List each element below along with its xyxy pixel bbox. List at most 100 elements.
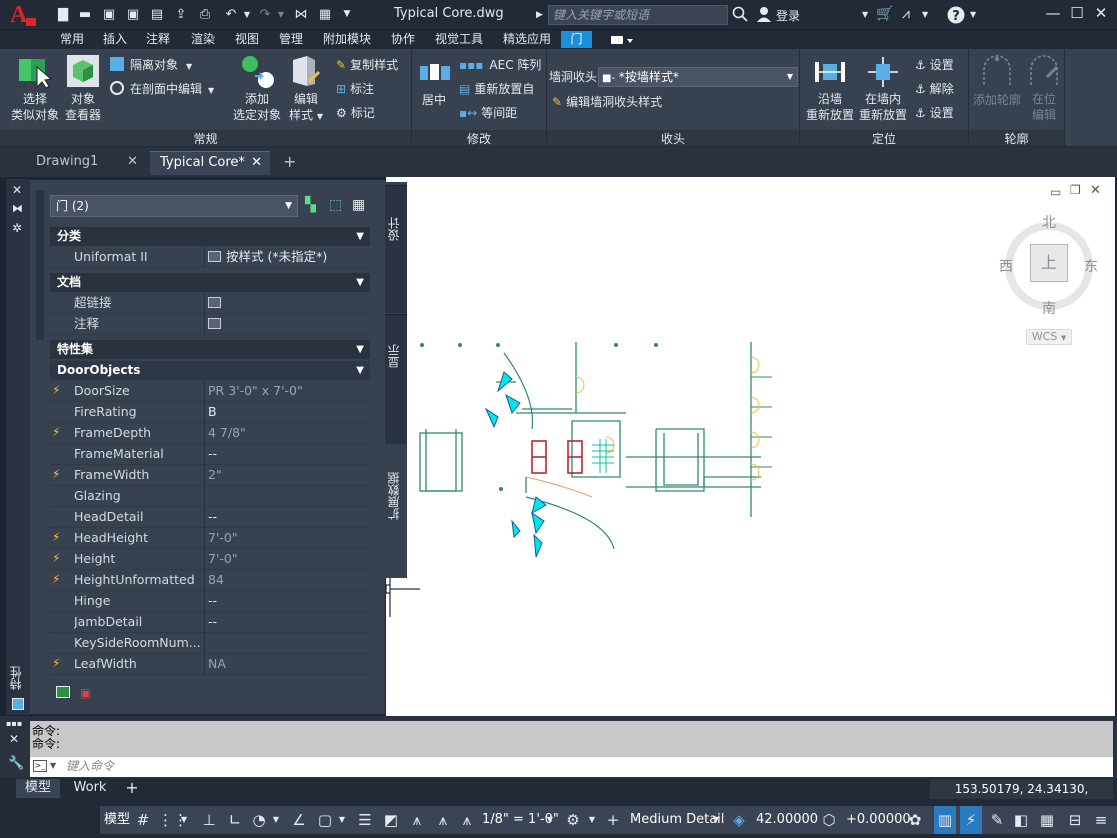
wcs-dropdown[interactable]: WCS ▼: [1026, 329, 1072, 345]
surface-hatch-icon[interactable]: ⬡: [818, 806, 840, 834]
property-row[interactable]: ⚡ HeadHeight 7'-0": [50, 528, 370, 549]
infer-constraints-icon[interactable]: ⊥: [198, 806, 220, 834]
lock-ui-icon[interactable]: ✎: [986, 806, 1008, 834]
category-property-sets[interactable]: 特性集 ▼: [50, 340, 370, 359]
undo-dropdown-icon[interactable]: ▼: [238, 6, 256, 23]
tab-home[interactable]: 常用: [60, 31, 84, 48]
equal-spacing-button[interactable]: ▪↔ 等间距: [459, 105, 517, 121]
property-value[interactable]: 84: [208, 570, 224, 590]
snap-icon[interactable]: ⋮⋮: [158, 806, 188, 834]
isolate-status-icon[interactable]: ✿: [904, 806, 926, 834]
tab-collaborate[interactable]: 协作: [391, 31, 415, 48]
login-button[interactable]: 登录: [776, 7, 800, 24]
property-row[interactable]: ⚡ Height 7'-0": [50, 549, 370, 570]
isodraft-icon[interactable]: ∠: [288, 806, 310, 834]
general-group-title[interactable]: 常规: [0, 130, 411, 146]
ortho-icon[interactable]: ∟: [224, 806, 246, 834]
profile-group-title[interactable]: 轮廓: [969, 130, 1064, 146]
property-row[interactable]: ⚡ FrameDepth 4 7/8": [50, 423, 370, 444]
annotation-visibility-icon[interactable]: ⩚: [406, 806, 428, 834]
collapse-icon[interactable]: ▼: [356, 340, 364, 359]
viewport-close-icon[interactable]: ✕: [1090, 183, 1101, 198]
hardware-accel-icon[interactable]: ▥: [934, 806, 956, 834]
tab-door[interactable]: 门: [561, 31, 592, 48]
new-icon[interactable]: ▇: [54, 6, 72, 23]
osnap-icon[interactable]: ▢: [314, 806, 336, 834]
app-dropdown-icon[interactable]: ▼: [922, 10, 928, 19]
command-prompt-icon[interactable]: >_: [33, 760, 47, 772]
polar-dropdown-icon[interactable]: ▼: [270, 806, 282, 834]
property-value[interactable]: 7'-0": [208, 549, 238, 569]
open-worksheet-icon[interactable]: [208, 297, 221, 308]
viewport-restore-icon[interactable]: ❐: [1070, 183, 1081, 197]
redo-dropdown-icon[interactable]: ▼: [272, 6, 290, 23]
selection-dropdown[interactable]: 门 (2) ▼: [50, 195, 298, 217]
property-row[interactable]: Uniformat II 按样式 (*未指定*): [50, 247, 370, 268]
viewcube-top-face[interactable]: 上: [1030, 244, 1068, 282]
dimension-button[interactable]: ⊞ 标注: [336, 81, 374, 97]
help-icon[interactable]: ?: [947, 6, 965, 24]
anchor-settings2-button[interactable]: ⚓ 设置: [915, 105, 954, 121]
category-documents[interactable]: 文档 ▼: [50, 273, 370, 292]
property-row[interactable]: ⚡ LeafWidth NA: [50, 654, 370, 675]
property-value[interactable]: 4 7/8": [208, 423, 246, 443]
modify-group-title[interactable]: 修改: [412, 130, 546, 146]
fullscreen-icon[interactable]: ⊟: [1064, 806, 1086, 834]
osnap-dropdown-icon[interactable]: ▼: [336, 806, 348, 834]
palette-tab-extended-data[interactable]: 扩展数据: [385, 445, 407, 577]
clean-screen-icon[interactable]: ▦: [1036, 806, 1058, 834]
palette-title-strip[interactable]: [6, 179, 30, 715]
polar-icon[interactable]: ◔: [248, 806, 270, 834]
property-row[interactable]: Hinge --: [50, 591, 370, 612]
select-objects-icon[interactable]: ⬚: [329, 197, 345, 213]
property-row[interactable]: 注释: [50, 314, 370, 335]
command-input[interactable]: 键入命令: [30, 757, 1113, 777]
layout-tab-model[interactable]: 模型: [16, 779, 60, 798]
offset-value[interactable]: +0.00000: [846, 806, 911, 834]
tab-render[interactable]: 渲染: [191, 31, 215, 48]
property-value[interactable]: PR 3'-0" x 7'-0": [208, 381, 303, 401]
share-icon[interactable]: ⋈: [292, 6, 310, 23]
cart-icon[interactable]: 🛒: [876, 6, 893, 22]
palette-tab-display[interactable]: 显示: [385, 314, 407, 444]
tab-visual-tools[interactable]: 视觉工具: [435, 31, 483, 48]
property-row[interactable]: Glazing: [50, 486, 370, 507]
open-worksheet-icon[interactable]: [208, 318, 221, 329]
viewport-minimize-icon[interactable]: ▭: [1050, 185, 1061, 199]
snap-dropdown-icon[interactable]: ▼: [178, 806, 190, 834]
palette-settings-icon[interactable]: ✲: [12, 221, 22, 235]
edit-style-button[interactable]: 编辑 样式 ▼: [286, 91, 326, 125]
command-grip-icon[interactable]: ▪▪▪: [6, 719, 22, 728]
object-viewer-button[interactable]: 对象 查看器: [62, 91, 104, 123]
property-row[interactable]: FrameMaterial --: [50, 444, 370, 465]
detail-dropdown-icon[interactable]: ▼: [710, 806, 722, 834]
close-icon[interactable]: ✕: [251, 152, 262, 174]
customize-status-icon[interactable]: ≡: [1090, 806, 1112, 834]
isolate-objects-button[interactable]: 隔离对象 ▼: [110, 57, 192, 75]
property-value[interactable]: --: [208, 591, 217, 611]
property-row[interactable]: 超链接: [50, 293, 370, 314]
reposition-along-wall-button[interactable]: 沿墙 重新放置: [802, 91, 858, 123]
maximize-icon[interactable]: ☐: [1066, 4, 1088, 26]
new-tab-icon[interactable]: +: [283, 152, 296, 171]
qa-customize-icon[interactable]: ▼: [338, 6, 356, 23]
copy-style-button[interactable]: ✎ 复制样式: [336, 57, 398, 73]
viewcube-south[interactable]: 南: [1042, 298, 1056, 318]
save-icon[interactable]: ▣: [100, 6, 118, 23]
property-value[interactable]: --: [208, 612, 217, 632]
command-prompt-dropdown-icon[interactable]: ▼: [50, 761, 56, 770]
annotation-scale-icon[interactable]: ⩚: [456, 806, 478, 834]
select-similar-button[interactable]: 选择 类似对象: [8, 91, 62, 123]
tab-addins[interactable]: 附加模块: [323, 31, 371, 48]
endcap-style-select[interactable]: ■- *按墙样式* ▼: [598, 67, 798, 87]
quick-select-icon[interactable]: ▚: [305, 197, 321, 213]
reposition-from-button[interactable]: ▤ 重新放置自: [459, 81, 534, 97]
search-icon[interactable]: [732, 6, 748, 22]
edit-endcap-style-button[interactable]: ✎ 编辑墙洞收头样式: [552, 94, 662, 110]
property-row[interactable]: HeadDetail --: [50, 507, 370, 528]
web-open-icon[interactable]: ▤: [148, 6, 166, 23]
crosshair-icon[interactable]: +: [602, 806, 624, 834]
units-icon[interactable]: ◧: [1010, 806, 1032, 834]
property-value[interactable]: 按样式 (*未指定*): [226, 247, 327, 267]
login-dropdown-icon[interactable]: ▼: [862, 10, 868, 19]
